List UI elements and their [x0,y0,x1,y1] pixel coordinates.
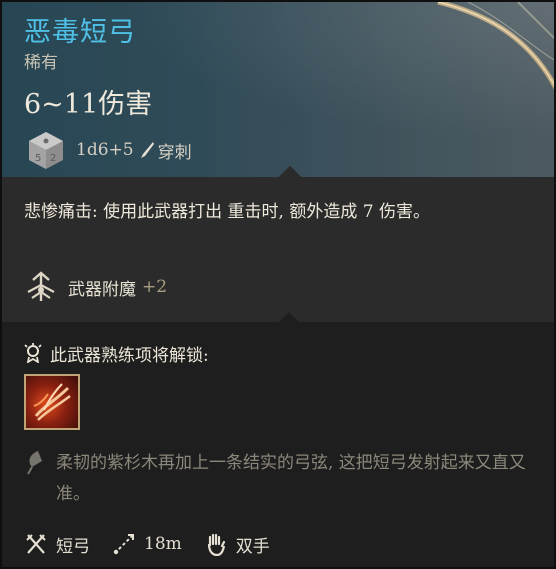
proficiency-header: 此武器熟练项将解锁: [24,338,209,368]
svg-text:5: 5 [35,153,41,164]
weapon-type: 短弓 [56,536,90,557]
damage-dice-row: 5 2 1d6+5 穿刺 [26,128,192,172]
pierce-icon [140,142,154,158]
flame-slash-skill-icon[interactable] [24,374,80,430]
tooltip-header: 恶毒短弓 稀有 6~11伤害 5 2 1d6+5 穿刺 [2,2,554,177]
passive-description: 悲惨痛击: 使用此武器打出 重击时, 额外造成 7 伤害。 [24,202,430,222]
damage-range: 6~11伤害 [24,89,153,120]
dice-icon: 5 2 [29,132,63,169]
enchantment-row: 武器附魔 +2 [24,267,167,307]
range-icon [113,534,134,555]
enchantment-value: +2 [142,277,168,297]
svg-text:2: 2 [50,153,56,164]
skill-glyph [33,383,71,421]
weapon-properties: 短弓 18m 双手 [24,526,292,562]
handedness: 双手 [235,536,270,557]
item-name: 恶毒短弓 [24,17,136,48]
item-rarity: 稀有 [24,53,58,73]
weapon-range: 18m [144,534,182,554]
hand-icon [207,533,225,556]
flavor-text: 柔韧的紫杉木再加上一条结实的弓弦, 这把短弓发射起来又直又准。 [56,453,526,504]
enchant-icon [27,271,55,301]
dice-formula: 1d6+5 [76,140,134,160]
enchantment-label: 武器附魔 [68,279,136,300]
damage-type: 穿刺 [157,142,192,163]
bow-icon [437,2,554,90]
quill-icon [27,451,42,475]
item-tooltip: 恶毒短弓 稀有 6~11伤害 5 2 1d6+5 穿刺 悲惨痛击: 使用此武器打… [0,0,556,569]
proficiency-icon [24,343,42,363]
crossed-weapons-icon [26,534,46,554]
proficiency-label: 此武器熟练项将解锁: [50,345,209,366]
